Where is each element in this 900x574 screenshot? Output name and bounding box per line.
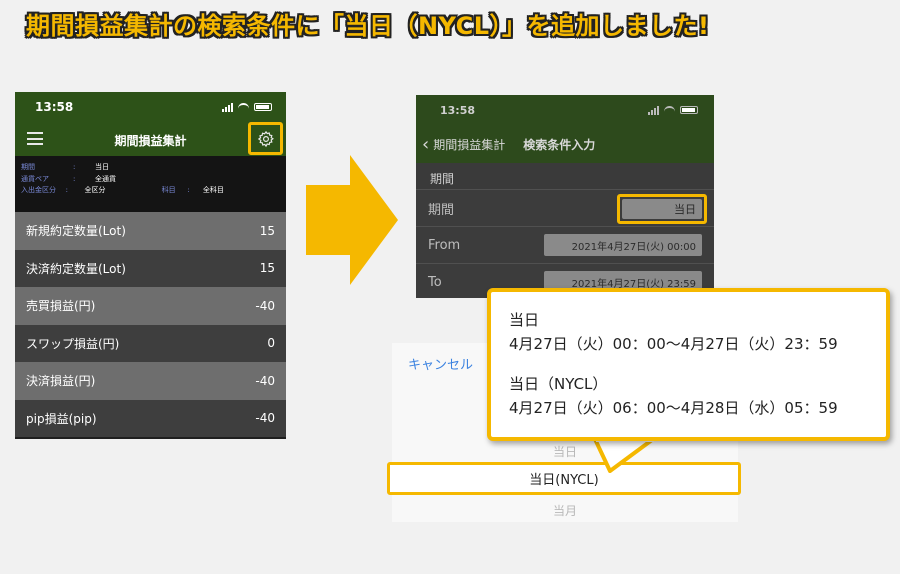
callout-bubble: 当日 4月27日（火）00：00〜4月27日（火）23：59 当日（NYCL） …	[487, 288, 890, 441]
from-field[interactable]: 2021年4月27日(火) 00:00	[544, 234, 702, 256]
criteria-separator: :	[73, 163, 76, 171]
row-value: 0	[267, 336, 275, 351]
search-criteria-summary: 期間 : 当日 通貨ペア : 全通貨 入出金区分 : 全区分 科目 : 全科目	[15, 156, 286, 212]
gear-icon	[257, 130, 274, 147]
back-button[interactable]: 期間損益集計	[433, 136, 505, 153]
criteria-label: 入出金区分	[21, 186, 56, 194]
section-header: 期間	[416, 163, 714, 189]
from-label: From	[428, 237, 461, 253]
signal-icon	[222, 102, 233, 112]
status-time: 13:58	[440, 103, 476, 117]
right-phone-screen: 13:58 ‹ 期間損益集計 検索条件入力 期間 期間 当日 From 2021…	[416, 95, 714, 298]
from-row: From 2021年4月27日(火) 00:00	[416, 226, 714, 263]
wifi-icon	[238, 103, 249, 111]
list-item: 売買損益(円) -40	[15, 287, 286, 325]
row-value: -40	[255, 411, 275, 426]
criteria-value: 全科目	[202, 186, 224, 194]
criteria-inout: 入出金区分 : 全区分 科目 : 全科目	[21, 185, 280, 197]
callout-title-today: 当日	[509, 311, 540, 329]
status-icons	[222, 102, 272, 112]
page-title: 検索条件入力	[523, 137, 596, 152]
criteria-value: 当日	[95, 163, 109, 171]
callout-range-today: 4月27日（火）00：00〜4月27日（火）23：59	[509, 335, 838, 353]
signal-icon	[648, 105, 659, 115]
criteria-label: 科目	[161, 186, 176, 194]
list-item: スワップ損益(円) 0	[15, 324, 286, 362]
criteria-separator: :	[65, 186, 68, 194]
row-value: 15	[259, 223, 275, 238]
nav-bar: ‹ 期間損益集計 検索条件入力	[416, 125, 714, 163]
row-value: -40	[255, 298, 275, 313]
settings-button[interactable]	[248, 122, 283, 155]
status-bar: 13:58	[416, 95, 714, 125]
criteria-label: 期間	[21, 163, 35, 171]
period-label: 期間	[428, 202, 455, 218]
cancel-button[interactable]: キャンセル	[408, 354, 473, 373]
arrow-right-icon	[306, 155, 398, 285]
criteria-label: 通貨ペア	[21, 174, 49, 183]
criteria-separator: :	[187, 186, 190, 194]
row-label: 決済約定数量(Lot)	[26, 261, 126, 276]
list-item: 新規約定数量(Lot) 15	[15, 212, 286, 250]
wifi-icon	[664, 106, 675, 114]
to-label: To	[428, 274, 442, 290]
period-select[interactable]: 当日	[617, 194, 707, 224]
criteria-pair: 通貨ペア : 全通貨	[21, 174, 280, 186]
period-row: 期間 当日	[416, 189, 714, 226]
left-phone-screen: 13:58 期間損益集計 期間 : 当日 通貨ペア : 全通貨 入出金区分: …	[15, 92, 286, 439]
battery-icon	[680, 106, 698, 114]
list-item: pip損益(pip) -40	[15, 399, 286, 437]
callout-title-nycl: 当日（NYCL）	[509, 375, 608, 393]
criteria-period: 期間 : 当日	[21, 162, 280, 174]
row-label: 新規約定数量(Lot)	[26, 224, 126, 239]
callout-range-nycl: 4月27日（火）06：00〜4月28日（水）05：59	[509, 399, 838, 417]
row-label: スワップ損益(円)	[26, 336, 120, 351]
picker-option[interactable]: 当日	[392, 443, 738, 460]
criteria-value: 全通貨	[95, 174, 116, 183]
row-label: 売買損益(円)	[26, 299, 96, 314]
status-icons	[648, 105, 698, 115]
criteria-separator: :	[73, 174, 76, 183]
row-value: 15	[259, 261, 275, 276]
page-title: 期間損益集計	[114, 134, 187, 148]
nav-bar: 期間損益集計	[15, 122, 286, 156]
status-time: 13:58	[35, 100, 74, 114]
row-label: pip損益(pip)	[26, 411, 97, 426]
battery-icon	[254, 103, 272, 111]
list-item: 決済約定数量(Lot) 15	[15, 249, 286, 287]
row-value: -40	[255, 373, 275, 388]
criteria-value: 全区分	[84, 186, 106, 194]
headline: 期間損益集計の検索条件に「当日（NYCL）」を追加しました!	[26, 12, 710, 40]
callout-tail	[592, 437, 658, 473]
picker-option-selected[interactable]: 当日(NYCL)	[387, 462, 741, 495]
picker-option[interactable]: 当月	[392, 502, 738, 519]
row-label: 決済損益(円)	[26, 374, 96, 389]
period-value: 当日	[622, 199, 702, 219]
list-item: 決済損益(円) -40	[15, 362, 286, 400]
status-bar: 13:58	[15, 92, 286, 122]
chevron-left-icon[interactable]: ‹	[422, 134, 429, 155]
